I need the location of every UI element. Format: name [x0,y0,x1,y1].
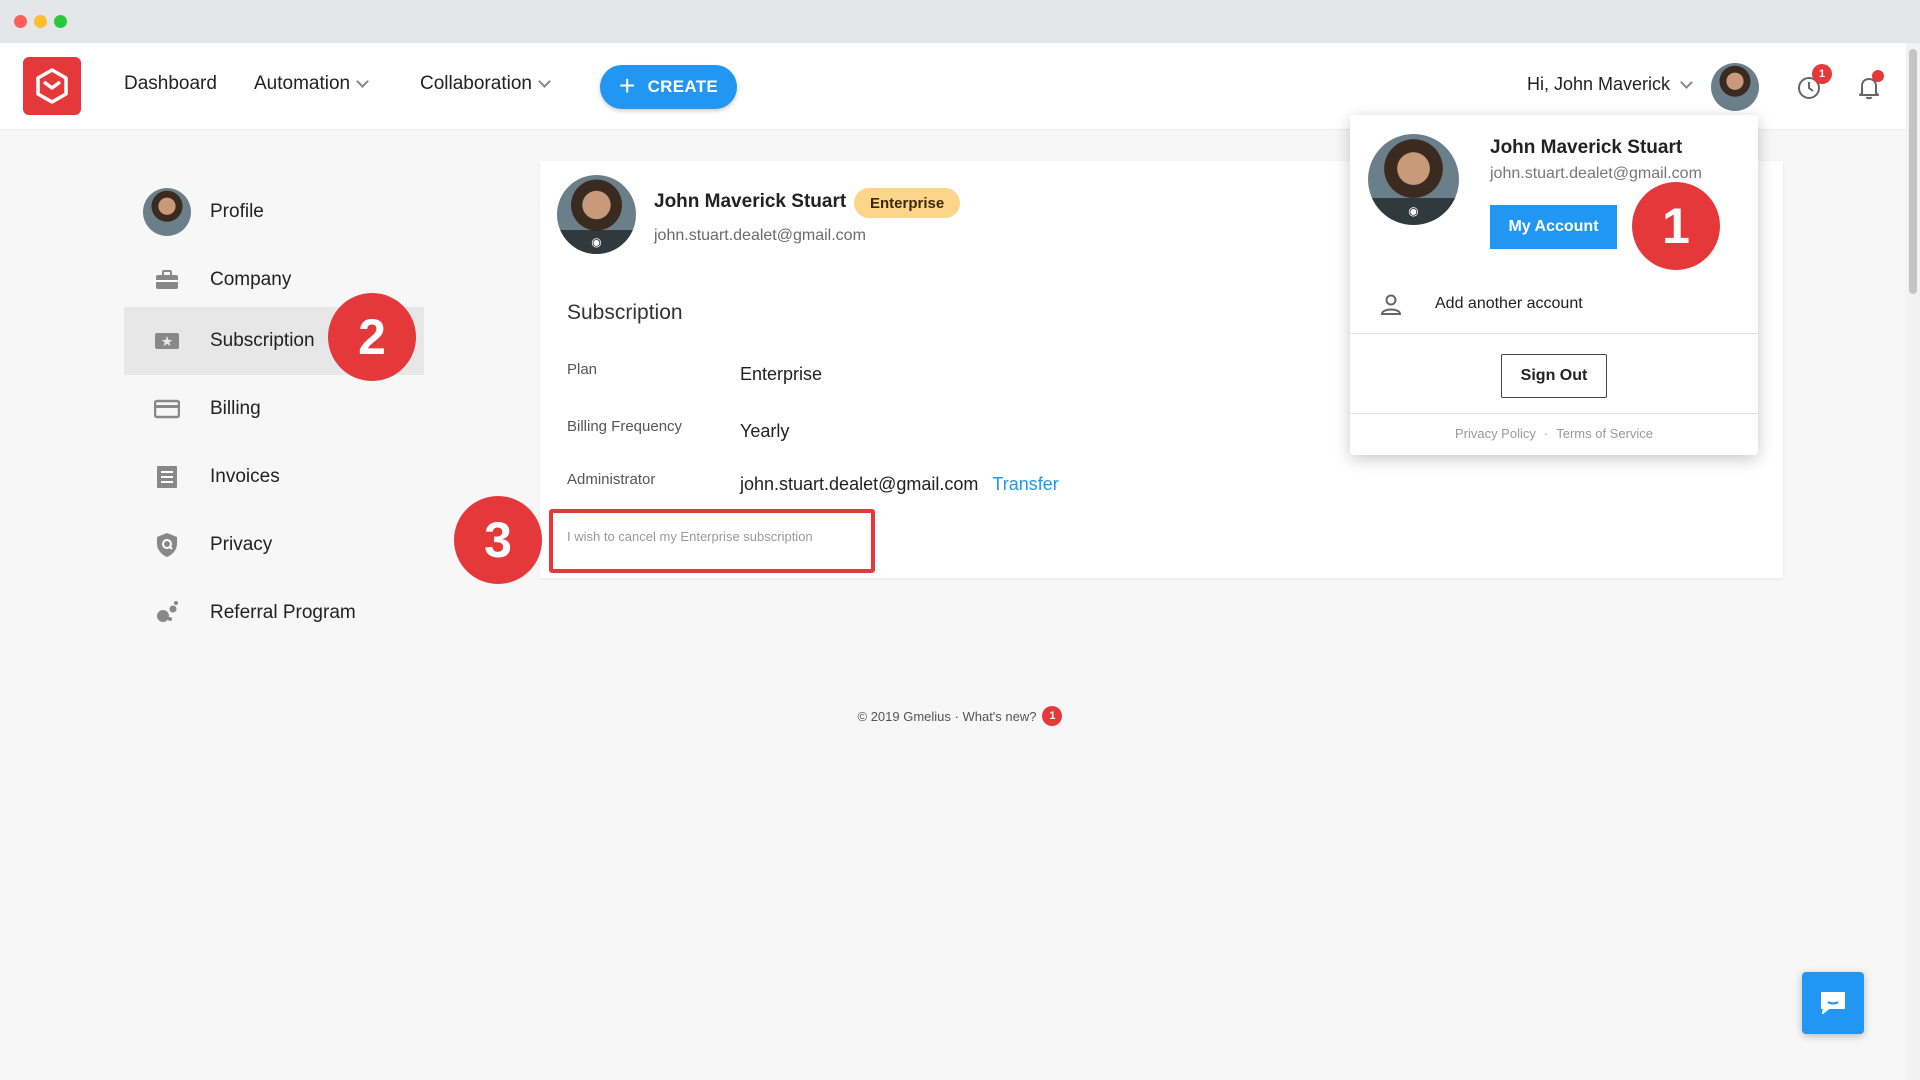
divider [1350,333,1758,334]
sidebar-item-label: Invoices [210,466,280,487]
close-window-button[interactable] [14,15,27,28]
minimize-window-button[interactable] [34,15,47,28]
sidebar-item-referral-program[interactable]: Referral Program [124,579,424,647]
dropdown-footer-links: Privacy Policy · Terms of Service [1350,426,1758,441]
ticket-icon [154,328,180,354]
account-menu-toggle[interactable]: Hi, John Maverick [1527,74,1693,95]
sidebar-item-label: Subscription [210,330,315,351]
create-button-label: CREATE [647,77,719,96]
cancel-subscription-highlight: I wish to cancel my Enterprise subscript… [549,509,875,573]
sidebar-item-profile[interactable]: Profile [124,178,424,246]
notification-dot [1872,70,1884,82]
maximize-window-button[interactable] [54,15,67,28]
step-marker-1: 1 [1632,182,1720,270]
history-badge: 1 [1812,64,1832,84]
sidebar-item-label: Profile [210,201,264,222]
sign-out-button[interactable]: Sign Out [1501,354,1607,398]
profile-name: John Maverick Stuart [654,191,847,212]
referral-icon [154,600,180,626]
chevron-down-icon [356,75,369,88]
history-button[interactable]: 1 [1794,64,1832,102]
section-title: Subscription [567,301,683,324]
plan-label: Plan [567,361,598,378]
add-account-button[interactable]: Add another account [1380,293,1583,315]
divider [1350,413,1758,414]
person-icon [1380,294,1402,315]
chevron-down-icon [1680,75,1693,89]
account-dropdown: ◉ John Maverick Stuart john.stuart.deale… [1350,115,1758,455]
sidebar-item-label: Referral Program [210,602,356,623]
page-footer: © 2019 Gmelius · What's new? 1 [0,706,1920,726]
sidebar-item-label: Billing [210,398,261,419]
document-icon [154,464,180,490]
briefcase-icon [154,267,180,293]
administrator-value: john.stuart.dealet@gmail.com Transfer [740,474,1059,495]
camera-icon: ◉ [1368,197,1459,225]
link-separator: · [1543,426,1549,441]
privacy-policy-link[interactable]: Privacy Policy [1455,426,1536,441]
dropdown-email: john.stuart.dealet@gmail.com [1490,165,1702,182]
administrator-email: john.stuart.dealet@gmail.com [740,474,979,494]
nav-dashboard[interactable]: Dashboard [124,73,217,95]
billing-frequency-label: Billing Frequency [567,418,683,435]
create-button[interactable]: + CREATE [600,65,737,109]
nav-collaboration[interactable]: Collaboration [420,73,551,95]
nav-automation-label: Automation [254,73,351,94]
cancel-subscription-link[interactable]: I wish to cancel my Enterprise subscript… [567,529,813,544]
scrollbar-thumb[interactable] [1909,49,1917,294]
step-marker-2: 2 [328,293,416,381]
sidebar-item-label: Company [210,269,292,290]
plus-icon: + [618,69,636,101]
nav-automation[interactable]: Automation [254,73,369,95]
transfer-link[interactable]: Transfer [992,474,1058,494]
camera-icon: ◉ [557,230,636,254]
nav-dashboard-label: Dashboard [124,73,217,94]
plan-value: Enterprise [740,364,823,384]
footer-text[interactable]: © 2019 Gmelius · What's new? [858,709,1037,724]
sidebar-item-privacy[interactable]: Privacy [124,511,424,579]
vertical-scrollbar[interactable] [1906,43,1920,1080]
chevron-down-icon [538,75,551,88]
sidebar-item-billing[interactable]: Billing [124,375,424,443]
avatar[interactable]: ◉ [557,175,636,254]
avatar[interactable] [1711,63,1759,111]
notifications-button[interactable] [1854,70,1884,102]
sidebar-item-label: Privacy [210,534,273,555]
gmelius-logo[interactable] [23,57,81,115]
chat-button[interactable] [1802,972,1864,1034]
avatar [143,188,191,236]
logo-icon [36,68,68,104]
step-marker-3: 3 [454,496,542,584]
shield-icon [154,532,180,558]
window-titlebar [0,0,1920,43]
chat-icon [1821,992,1845,1014]
my-account-button[interactable]: My Account [1490,205,1617,249]
credit-card-icon [154,396,180,422]
plan-badge: Enterprise [854,188,961,218]
avatar[interactable]: ◉ [1368,134,1459,225]
greeting-text: Hi, John Maverick [1527,74,1671,94]
administrator-label: Administrator [567,471,656,488]
profile-email: john.stuart.dealet@gmail.com [654,227,866,244]
billing-frequency-value: Yearly [740,421,790,441]
add-account-label: Add another account [1435,295,1583,312]
terms-of-service-link[interactable]: Terms of Service [1556,426,1653,441]
nav-collaboration-label: Collaboration [420,73,532,94]
dropdown-name: John Maverick Stuart [1490,137,1683,158]
sidebar-item-invoices[interactable]: Invoices [124,443,424,511]
whats-new-badge: 1 [1042,706,1063,726]
